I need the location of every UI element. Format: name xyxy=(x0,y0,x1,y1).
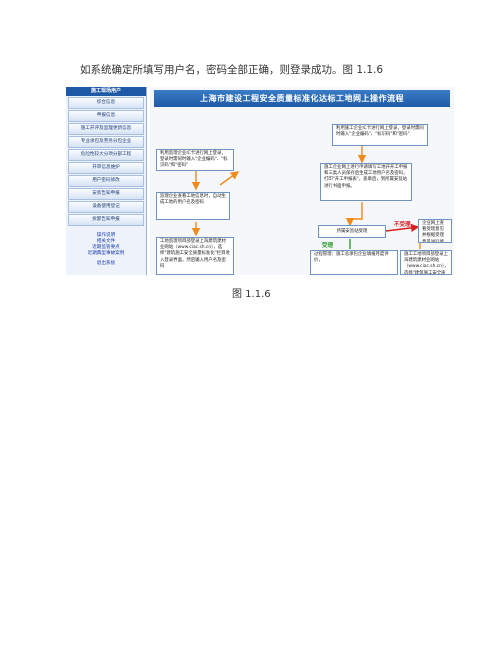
sidebar-item-dismantle-notice[interactable]: 拆卸告知申报 xyxy=(68,214,144,226)
sidebar-item-info-maintain[interactable]: 开审信息维护 xyxy=(68,162,144,174)
sidebar-title: 施工现场用户 xyxy=(66,87,146,96)
label-approve: 受理 xyxy=(322,243,334,249)
arrow-apply-to-supervisor xyxy=(219,171,240,186)
embedded-screenshot: 施工现场用户 综合信息 申报信息 施工开评及监理更新信息 专业承包及劳务分包企业… xyxy=(66,87,454,275)
sidebar-links: 操作说明 相关文件 近期监管要点 近期典型事故案例 退出系统 xyxy=(66,233,146,267)
arrow-apply-to-review xyxy=(345,202,363,227)
label-reject: 不受理 xyxy=(394,222,411,228)
step-contractor-apply: 施工企业网上进行申请填写工地开开工申报和三类人员保存后生成工地用户名及密码，打印… xyxy=(320,163,412,201)
sidebar-item-general-info[interactable]: 综合信息 xyxy=(68,97,144,109)
flowchart-panel: 上海市建设工程安全质量标准化达标工地网上操作流程 利用施工企业IC卡进行网上登录… xyxy=(150,87,454,275)
intro-paragraph: 如系统确定所填写用户名，密码全部正确，则登录成功。图 1.1.6 xyxy=(80,64,384,76)
link-accidents[interactable]: 近期典型事故案例 xyxy=(66,251,146,257)
sidebar: 施工现场用户 综合信息 申报信息 施工开评及监理更新信息 专业承包及劳务分包企业… xyxy=(66,87,147,275)
step-station-review: 所属安监站受理 xyxy=(318,225,386,238)
step-supervisor-site-login: 工地监理项目部登录上海建筑建材业网站（www.ciac.sh.cn），选择"建筑… xyxy=(156,237,234,275)
step-reject-modify: 企业网上查看受理意见并根据受理意见进行修改 xyxy=(418,219,452,243)
sidebar-item-start-review[interactable]: 施工开评及监理更新信息 xyxy=(68,123,144,135)
sidebar-item-equipment-register[interactable]: 设备使用登记 xyxy=(68,201,144,213)
step-supervisor-view: 监理企业查看工地信息时，自动生成工地的用户名及密码 xyxy=(156,192,230,220)
figure-caption: 图 1.1.6 xyxy=(232,289,271,300)
step-contractor-site-login: 施工工地项目部登录上海建筑建材业网站（www.ciac.sh.cn），选择"建筑… xyxy=(400,250,452,275)
sidebar-item-declare-info[interactable]: 申报信息 xyxy=(68,110,144,122)
sidebar-item-dangerous-works[interactable]: 危险性较大分项分部工程 xyxy=(68,149,144,161)
step-process-management: 过程管理：施工总承包企业填报月度评价， xyxy=(310,250,398,275)
sidebar-item-password[interactable]: 用户密码修改 xyxy=(68,175,144,187)
logout-link[interactable]: 退出系统 xyxy=(66,261,146,267)
sidebar-item-subcontract[interactable]: 专业承包及劳务分包企业 xyxy=(68,136,144,148)
sidebar-item-install-notice[interactable]: 安装告知申报 xyxy=(68,188,144,200)
step-contractor-login: 利用施工企业IC卡进行网上登录，登录时需同时输入"企业编码"、"标识码"和"密码… xyxy=(332,124,428,146)
step-supervisor-login: 利用监理企业IC卡进行网上登录，登录时需同时输入"企业编码"、"标识码"和"密码… xyxy=(156,149,234,171)
